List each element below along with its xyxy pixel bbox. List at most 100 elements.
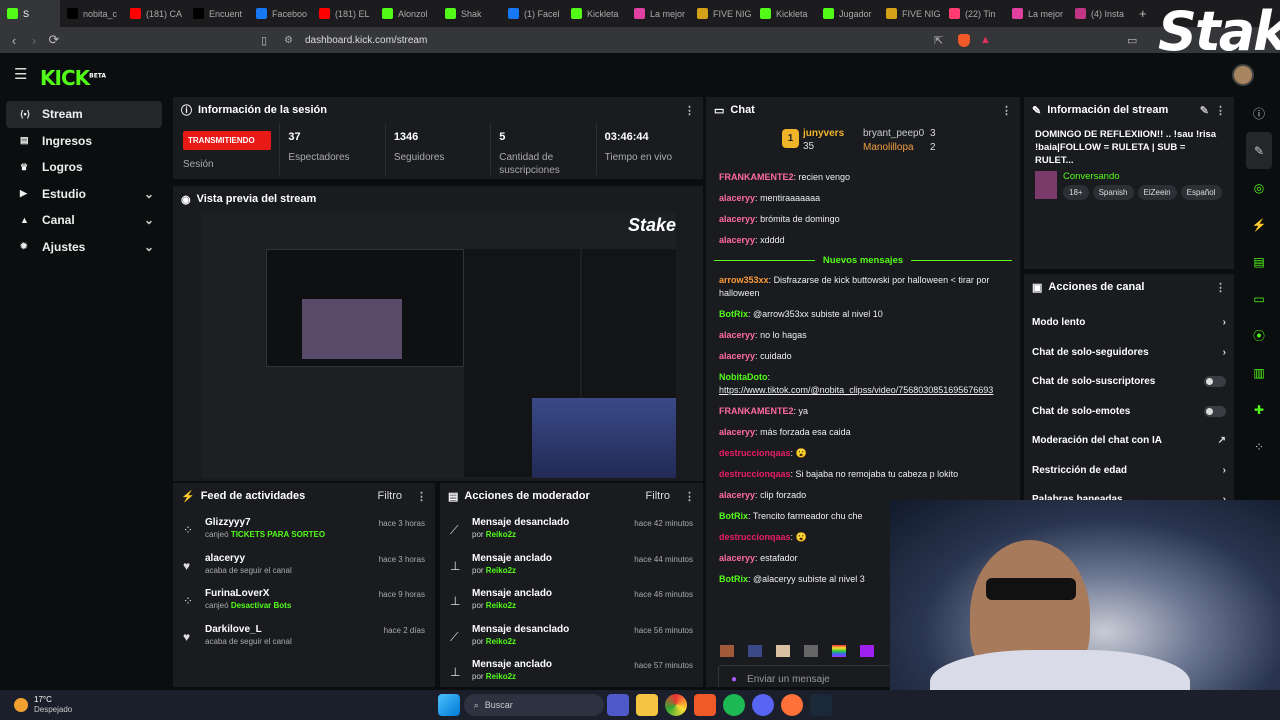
- target-icon[interactable]: ◎: [1246, 169, 1272, 206]
- mic-icon[interactable]: ●: [731, 674, 737, 685]
- sidebar-item-estudio[interactable]: ▶ Estudio ⌄: [6, 181, 162, 208]
- browser-tab[interactable]: (181) CA: [123, 0, 186, 27]
- emote-icon[interactable]: [832, 645, 846, 657]
- category-label[interactable]: Conversando: [1063, 171, 1222, 182]
- chat-username[interactable]: FRANKAMENTE2: [719, 172, 794, 182]
- share-icon[interactable]: ⇱: [934, 34, 943, 47]
- browser-tab[interactable]: La mejor: [627, 0, 690, 27]
- mod-user[interactable]: Reiko2z: [486, 601, 516, 610]
- sidebar-item-ingresos[interactable]: ▤ Ingresos: [6, 128, 162, 155]
- layers-icon[interactable]: ▥: [1246, 354, 1272, 391]
- browser-tab[interactable]: Kickleta: [753, 0, 816, 27]
- browser-tab[interactable]: FIVE NIG: [690, 0, 753, 27]
- feed-filter-button[interactable]: Filtro: [378, 490, 402, 502]
- edit-icon[interactable]: ✎: [1200, 104, 1209, 117]
- reload-icon[interactable]: ⟳: [44, 32, 64, 48]
- chat-username[interactable]: alaceryy: [719, 553, 755, 563]
- chat-username[interactable]: BotRix: [719, 511, 748, 521]
- stream-preview-video[interactable]: Stake: [202, 213, 676, 478]
- chat-username[interactable]: destruccionqaas: [719, 532, 791, 542]
- emote-icon[interactable]: [804, 645, 818, 657]
- channel-action-item[interactable]: Chat de solo-emotes: [1032, 397, 1226, 427]
- channel-action-item[interactable]: Chat de solo-suscriptores: [1032, 367, 1226, 397]
- browser-tab[interactable]: (1) Facel: [501, 0, 564, 27]
- forward-icon[interactable]: ›: [24, 33, 44, 48]
- steam-icon[interactable]: [810, 694, 833, 716]
- stream-tag[interactable]: 18+: [1063, 185, 1089, 200]
- spotify-icon[interactable]: [723, 694, 746, 716]
- sidebar-item-logros[interactable]: ♛ Logros: [6, 154, 162, 181]
- browser-tab[interactable]: (181) EL: [312, 0, 375, 27]
- emote-icon[interactable]: [748, 645, 762, 657]
- chat-username[interactable]: destruccionqaas: [719, 469, 791, 479]
- broadcast-icon[interactable]: ⦿: [1246, 317, 1272, 354]
- apps-icon[interactable]: ⁘: [1246, 428, 1272, 465]
- rewards-icon[interactable]: ▲: [980, 34, 991, 46]
- chat-username[interactable]: FRANKAMENTE2: [719, 406, 794, 416]
- chat-username[interactable]: alaceryy: [719, 351, 755, 361]
- toggle-switch[interactable]: [1204, 405, 1226, 417]
- stream-tag[interactable]: ElZeein: [1137, 185, 1177, 200]
- chat-username[interactable]: BotRix: [719, 574, 748, 584]
- address-bar[interactable]: ⚙ dashboard.kick.com/stream: [278, 30, 998, 50]
- mod-user[interactable]: Reiko2z: [486, 672, 516, 681]
- browser-tab[interactable]: Faceboo: [249, 0, 312, 27]
- chat-username[interactable]: alaceryy: [719, 193, 755, 203]
- document-icon[interactable]: ▤: [1246, 243, 1272, 280]
- chat-username[interactable]: NobitaDoto: [719, 372, 768, 382]
- taskbar-search[interactable]: ⌕ Buscar: [463, 694, 604, 716]
- mod-user[interactable]: Reiko2z: [486, 637, 516, 646]
- chat-username[interactable]: alaceryy: [719, 235, 755, 245]
- emote-icon[interactable]: [776, 645, 790, 657]
- feed-user[interactable]: Glizzyyy7: [205, 517, 325, 528]
- feed-user[interactable]: Darkilove_L: [205, 624, 292, 635]
- browser-tab[interactable]: S: [0, 0, 60, 27]
- chat-username[interactable]: BotRix: [719, 309, 748, 319]
- bookmark-icon[interactable]: ▯: [254, 34, 274, 47]
- sidebar-item-ajustes[interactable]: ✹ Ajustes ⌄: [6, 234, 162, 261]
- stream-tag[interactable]: Español: [1180, 185, 1222, 200]
- more-icon[interactable]: ⋮: [1215, 104, 1226, 117]
- more-icon[interactable]: ⋮: [1215, 281, 1226, 294]
- chat-username[interactable]: alaceryy: [719, 330, 755, 340]
- chat-username[interactable]: alaceryy: [719, 214, 755, 224]
- back-icon[interactable]: ‹: [4, 33, 24, 48]
- sidebar-item-stream[interactable]: ⟨•⟩ Stream: [6, 101, 162, 128]
- firefox-icon[interactable]: [781, 694, 804, 716]
- channel-action-item[interactable]: Palabras baneadas ›: [1032, 485, 1226, 500]
- avatar[interactable]: [1232, 64, 1254, 86]
- weather-icon[interactable]: [14, 698, 28, 712]
- brave-icon[interactable]: [694, 694, 717, 716]
- teams-icon[interactable]: [607, 694, 630, 716]
- browser-tab[interactable]: La mejor: [1005, 0, 1068, 27]
- start-icon[interactable]: [438, 694, 461, 716]
- kick-logo[interactable]: KICKBETA: [40, 66, 106, 90]
- channel-action-item[interactable]: Restricción de edad ›: [1032, 456, 1226, 486]
- browser-tab[interactable]: (22) Tin: [942, 0, 1005, 27]
- channel-action-item[interactable]: Chat de solo-seguidores ›: [1032, 338, 1226, 368]
- mod-user[interactable]: Reiko2z: [486, 530, 516, 539]
- chat-username[interactable]: destruccionqaas: [719, 448, 791, 458]
- browser-tab[interactable]: (4) Insta: [1068, 0, 1131, 27]
- browser-tab[interactable]: Alonzol: [375, 0, 438, 27]
- feed-user[interactable]: FurinaLoverX: [205, 588, 291, 599]
- bolt-icon[interactable]: ⚡: [1246, 206, 1272, 243]
- more-icon[interactable]: ⋮: [416, 490, 427, 503]
- wrench-icon[interactable]: ✚: [1246, 391, 1272, 428]
- sidebar-toggle-icon[interactable]: ▭: [1127, 34, 1137, 47]
- info-icon[interactable]: ⓘ: [1246, 95, 1272, 132]
- folder-icon[interactable]: [636, 694, 659, 716]
- chat-username[interactable]: arrow353xx: [719, 275, 769, 285]
- emote-icon[interactable]: [720, 645, 734, 657]
- brave-shield-icon[interactable]: [958, 33, 970, 47]
- browser-tab[interactable]: Jugador: [816, 0, 879, 27]
- more-icon[interactable]: ⋮: [684, 104, 695, 117]
- new-tab-icon[interactable]: +: [1131, 6, 1155, 21]
- channel-action-item[interactable]: Modo lento ›: [1032, 308, 1226, 338]
- discord-icon[interactable]: [752, 694, 775, 716]
- feed-user[interactable]: alaceryy: [205, 553, 292, 564]
- browser-tab[interactable]: FIVE NIG: [879, 0, 942, 27]
- browser-tab[interactable]: nobita_c: [60, 0, 123, 27]
- toggle-switch[interactable]: [1204, 376, 1226, 388]
- chat-username[interactable]: alaceryy: [719, 490, 755, 500]
